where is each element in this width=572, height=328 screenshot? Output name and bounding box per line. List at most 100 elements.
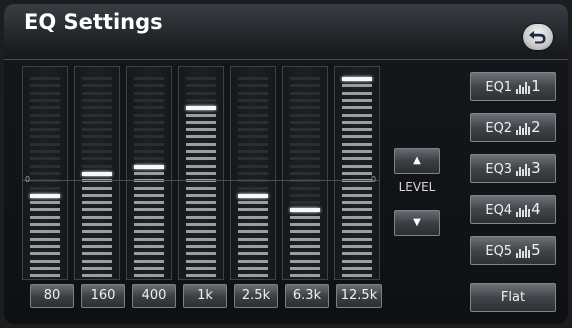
eq-band-segment [238, 266, 268, 270]
eq-band-segment [290, 193, 320, 197]
eq-band-segment [238, 230, 268, 234]
eq-band-knob[interactable] [186, 106, 216, 111]
eq-band-knob[interactable] [342, 77, 372, 81]
eq-band-knob[interactable] [134, 164, 164, 169]
eq-band-segment [342, 98, 372, 102]
zero-mark: 0 [25, 175, 31, 185]
eq-band-segment [186, 84, 216, 88]
preset-button-eq1[interactable]: EQ1 1 [470, 72, 556, 101]
eq-band-segment [342, 171, 372, 175]
eq-band-segment [186, 128, 216, 132]
eq-band-segment [82, 266, 112, 270]
eq-band-segment [342, 164, 372, 168]
eq-band-segment [134, 106, 164, 110]
eq-band-160[interactable] [74, 66, 120, 280]
freq-button-12.5k[interactable]: 12.5k [336, 284, 382, 308]
eq-band-segment [290, 135, 320, 139]
eq-band-segment [290, 164, 320, 168]
eq-band-80[interactable] [22, 66, 68, 280]
eq-band-segment [342, 106, 372, 110]
eq-band-knob[interactable] [290, 208, 320, 213]
preset-button-eq3[interactable]: EQ3 3 [470, 154, 556, 183]
preset-number: 5 [531, 241, 541, 259]
eq-band-segment [186, 142, 216, 146]
eq-band-segment [342, 157, 372, 161]
eq-band-segment [30, 157, 60, 161]
equalizer-panel: 00 [22, 66, 380, 280]
eq-band-segment [30, 186, 60, 190]
eq-band-segment [82, 193, 112, 197]
level-down-button[interactable]: ▼ [394, 210, 440, 236]
triangle-up-icon: ▲ [413, 155, 421, 166]
eq-band-segment [290, 237, 320, 241]
preset-button-eq2[interactable]: EQ2 2 [470, 113, 556, 142]
eq-band-segment [30, 237, 60, 241]
back-button[interactable] [523, 24, 553, 50]
eq-band-segment [342, 186, 372, 190]
freq-button-1k[interactable]: 1k [183, 284, 227, 308]
freq-button-6.3k[interactable]: 6.3k [285, 284, 329, 308]
eq-band-segment [82, 135, 112, 139]
eq-band-segment [290, 274, 320, 278]
eq-band-segment [30, 274, 60, 278]
eq-band-knob[interactable] [82, 171, 112, 176]
eq-band-segment [134, 193, 164, 197]
eq-band-segment [342, 237, 372, 241]
eq-band-segment [290, 98, 320, 102]
eq-band-segment [238, 91, 268, 95]
eq-band-knob[interactable] [238, 193, 268, 198]
eq-band-segment [186, 113, 216, 117]
eq-band-6.3k[interactable] [282, 66, 328, 280]
eq-band-2.5k[interactable] [230, 66, 276, 280]
eq-band-segment [238, 113, 268, 117]
eq-band-segment [186, 91, 216, 95]
eq-band-segment [82, 128, 112, 132]
freq-button-160[interactable]: 160 [81, 284, 125, 308]
eq-band-segment [82, 215, 112, 219]
eq-band-segment [30, 215, 60, 219]
eq-band-segment [186, 208, 216, 212]
eq-band-segment [238, 106, 268, 110]
eq-band-segment [290, 259, 320, 263]
level-up-button[interactable]: ▲ [394, 148, 440, 174]
freq-button-2.5k[interactable]: 2.5k [234, 284, 278, 308]
eq-band-segment [342, 128, 372, 132]
eq-band-segment [238, 150, 268, 153]
eq-band-knob[interactable] [30, 193, 60, 198]
eq-band-segment [342, 91, 372, 95]
eq-band-1k[interactable] [178, 66, 224, 280]
eq-band-segment [82, 208, 112, 212]
eq-bars-icon [516, 81, 531, 94]
eq-band-segment [30, 91, 60, 95]
eq-band-segment [342, 150, 372, 153]
eq-band-12.5k[interactable] [334, 66, 380, 280]
eq-band-segment [290, 201, 320, 205]
freq-button-80[interactable]: 80 [30, 284, 74, 308]
eq-band-segment [30, 164, 60, 168]
eq-band-segment [290, 223, 320, 226]
level-label: LEVEL [398, 180, 436, 194]
flat-button[interactable]: Flat [470, 283, 556, 312]
preset-button-eq4[interactable]: EQ4 4 [470, 195, 556, 224]
eq-bars-icon [516, 163, 531, 176]
eq-band-segment [82, 186, 112, 190]
eq-band-segment [290, 128, 320, 132]
eq-band-segment [290, 186, 320, 190]
eq-band-segment [82, 91, 112, 95]
eq-band-400[interactable] [126, 66, 172, 280]
eq-band-segment [238, 223, 268, 226]
zero-line [22, 180, 380, 182]
preset-button-eq5[interactable]: EQ5 5 [470, 236, 556, 265]
eq-band-segment [186, 193, 216, 197]
eq-band-segment [342, 223, 372, 226]
eq-band-segment [82, 157, 112, 161]
eq-band-segment [134, 150, 164, 153]
eq-band-segment [82, 84, 112, 88]
eq-band-segment [82, 113, 112, 117]
freq-button-400[interactable]: 400 [132, 284, 176, 308]
eq-band-segment [342, 215, 372, 219]
preset-label: EQ2 [485, 121, 513, 136]
eq-band-segment [186, 164, 216, 168]
eq-band-segment [30, 128, 60, 132]
eq-band-segment [134, 186, 164, 190]
